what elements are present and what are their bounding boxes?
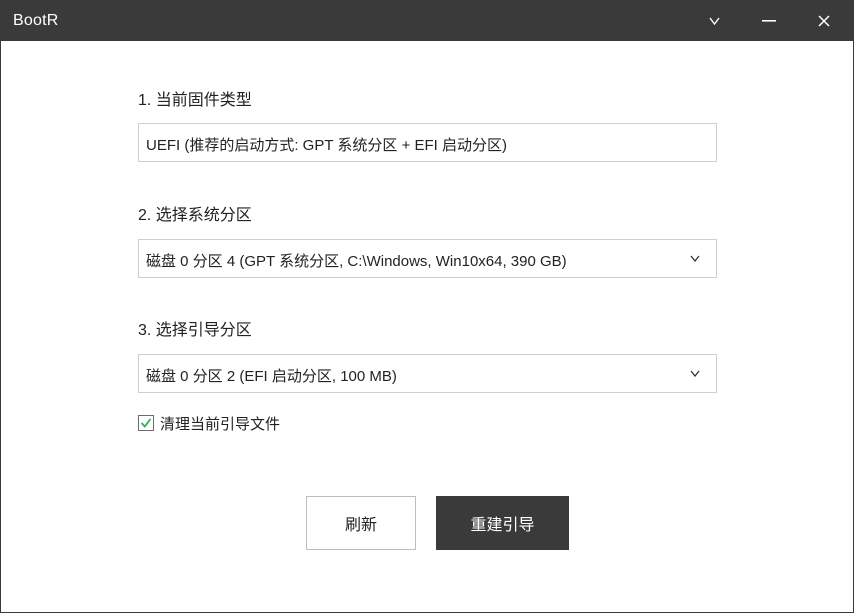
boot-partition-select[interactable]: 磁盘 0 分区 2 (EFI 启动分区, 100 MB) bbox=[138, 354, 717, 393]
bootr-window: BootR 1. 当前固件类型 UEFI (推荐的启动方式: GPT 系统分区 … bbox=[0, 0, 854, 613]
boot-partition-label: 3. 选择引导分区 bbox=[138, 322, 252, 339]
firmware-type-value: UEFI (推荐的启动方式: GPT 系统分区 + EFI 启动分区) bbox=[146, 137, 507, 154]
rebuild-boot-button[interactable]: 重建引导 bbox=[436, 496, 569, 550]
minimize-button[interactable] bbox=[744, 1, 794, 41]
clean-boot-label: 清理当前引导文件 bbox=[160, 415, 281, 433]
system-partition-select[interactable]: 磁盘 0 分区 4 (GPT 系统分区, C:\Windows, Win10x6… bbox=[138, 239, 717, 278]
clean-boot-option[interactable]: 清理当前引导文件 bbox=[138, 413, 280, 433]
system-partition-label: 2. 选择系统分区 bbox=[138, 207, 252, 224]
boot-partition-value: 磁盘 0 分区 2 (EFI 启动分区, 100 MB) bbox=[146, 368, 397, 385]
window-title: BootR bbox=[13, 12, 59, 29]
refresh-button[interactable]: 刷新 bbox=[306, 496, 416, 550]
close-icon bbox=[818, 15, 830, 27]
chevron-down-icon bbox=[690, 255, 700, 262]
firmware-type-field: UEFI (推荐的启动方式: GPT 系统分区 + EFI 启动分区) bbox=[138, 123, 717, 162]
close-button[interactable] bbox=[799, 1, 849, 41]
system-partition-value: 磁盘 0 分区 4 (GPT 系统分区, C:\Windows, Win10x6… bbox=[146, 253, 567, 270]
checkmark-icon bbox=[140, 418, 152, 428]
title-bar[interactable]: BootR bbox=[1, 1, 853, 41]
firmware-type-label: 1. 当前固件类型 bbox=[138, 92, 252, 109]
clean-boot-checkbox[interactable] bbox=[138, 415, 154, 431]
chevron-down-icon bbox=[690, 370, 700, 377]
minimize-icon bbox=[762, 20, 776, 22]
chevron-down-icon bbox=[708, 17, 720, 25]
collapse-button[interactable] bbox=[689, 1, 739, 41]
